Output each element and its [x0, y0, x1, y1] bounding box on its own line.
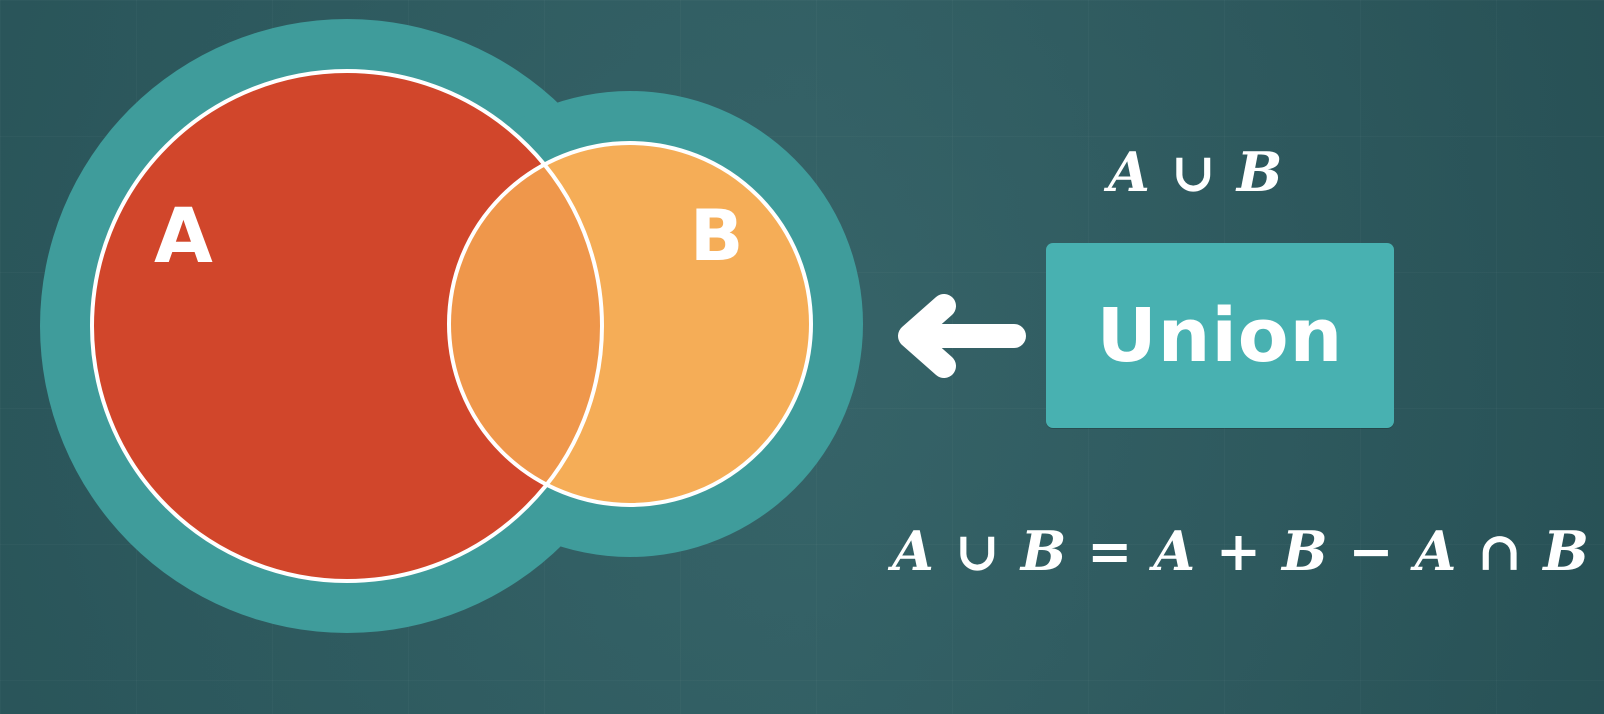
- left-arrow-icon: [898, 294, 1026, 378]
- union-diagram-scene: A B Union A ∪ B A ∪ B = A + B − A ∩ B: [0, 0, 1604, 714]
- union-notation: A ∪ B: [1108, 140, 1284, 204]
- union-formula: A ∪ B = A + B − A ∩ B: [892, 519, 1590, 583]
- union-label-box: Union: [1046, 243, 1394, 428]
- union-label: Union: [1096, 292, 1344, 379]
- set-b-label: B: [690, 195, 743, 277]
- set-a-label: A: [154, 191, 213, 280]
